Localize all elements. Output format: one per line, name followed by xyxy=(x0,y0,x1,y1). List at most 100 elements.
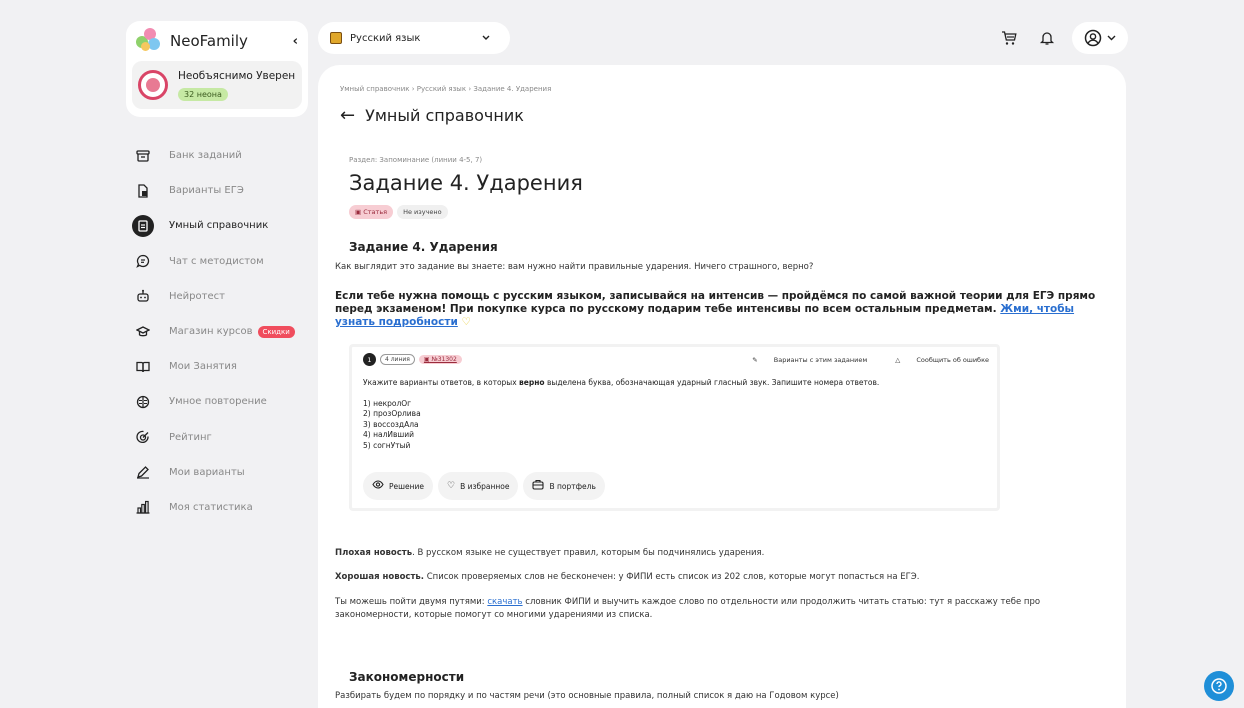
option-item: 5) согнУтый xyxy=(363,440,411,450)
book-icon xyxy=(132,214,154,237)
robot-icon xyxy=(132,285,154,307)
neofamily-logo-icon[interactable] xyxy=(136,28,162,54)
sidebar-item-my-lessons[interactable]: Мои Занятия xyxy=(132,349,308,384)
neon-balance-badge: 32 неона xyxy=(178,87,228,101)
article-tags: ▣ Статья Не изучено xyxy=(349,205,452,219)
help-icon xyxy=(1211,678,1227,694)
bell-icon[interactable] xyxy=(1032,23,1062,53)
profile-menu-button[interactable] xyxy=(1072,22,1128,54)
sidebar-item-task-bank[interactable]: Банк заданий xyxy=(132,138,308,173)
sidebar-item-neurotest[interactable]: Нейротест xyxy=(132,279,308,314)
page-title-row: ← Умный справочник xyxy=(340,105,524,126)
exercise-card: 1 4 линия ▣ №31302 ✎ Варианты с этим зад… xyxy=(349,344,1000,511)
breadcrumb-item[interactable]: Русский язык xyxy=(417,85,466,93)
report-error-link[interactable]: △ Сообщить об ошибке xyxy=(881,356,989,364)
promo-paragraph: Если тебе нужна помощь с русским языком,… xyxy=(335,290,1105,329)
sidebar-item-smart-repeat[interactable]: Умное повторение xyxy=(132,384,308,419)
favorite-button[interactable]: ♡ В избранное xyxy=(438,472,519,500)
bad-news-text: . В русском языке не существует правил, … xyxy=(412,548,765,558)
sidebar-item-smart-reference[interactable]: Умный справочник xyxy=(132,208,308,243)
sidebar-item-label: Мои варианты xyxy=(169,466,245,478)
subject-label: Русский язык xyxy=(350,32,421,44)
sidebar-item-label: Нейротест xyxy=(169,290,225,302)
good-news-bold: Хорошая новость. xyxy=(335,572,424,582)
good-news-text: Список проверяемых слов не бесконечен: у… xyxy=(424,572,920,582)
sidebar-item-ege-variants[interactable]: Варианты ЕГЭ xyxy=(132,173,308,208)
user-profile-card[interactable]: Необъяснимо Увереннь 32 неона xyxy=(132,61,302,109)
good-news-paragraph: Хорошая новость. Список проверяемых слов… xyxy=(335,571,1095,584)
main-content: Умный справочник › Русский язык › Задани… xyxy=(318,65,1126,708)
sidebar-item-label: Умный справочник xyxy=(169,220,269,232)
solution-button[interactable]: Решение xyxy=(363,472,434,500)
variants-with-task-link[interactable]: ✎ Варианты с этим заданием xyxy=(738,356,867,364)
portfolio-label: В портфель xyxy=(549,481,596,491)
sidebar-item-my-statistics[interactable]: Моя статистика xyxy=(132,490,308,525)
sidebar-item-label: Моя статистика xyxy=(169,501,253,513)
book-icon xyxy=(330,32,342,44)
briefcase-icon xyxy=(532,479,545,493)
sidebar-item-label: Умное повторение xyxy=(169,396,267,408)
task-title: Задание 4. Ударения xyxy=(349,171,583,195)
sidebar-item-rating[interactable]: Рейтинг xyxy=(132,420,308,455)
pencil-icon xyxy=(132,461,154,483)
cart-icon[interactable] xyxy=(994,23,1024,53)
bad-news-bold: Плохая новость xyxy=(335,548,413,558)
breadcrumb-separator: › xyxy=(468,85,472,93)
breadcrumb: Умный справочник › Русский язык › Задани… xyxy=(340,85,551,93)
bad-news-paragraph: Плохая новость. В русском языке не сущес… xyxy=(335,547,1095,560)
sidebar-item-label: Мои Занятия xyxy=(169,361,237,373)
sidebar-item-my-variants[interactable]: Мои варианты xyxy=(132,455,308,490)
warning-icon: △ xyxy=(895,356,901,364)
graduation-icon xyxy=(132,321,154,343)
subject-selector[interactable]: Русский язык xyxy=(318,22,510,54)
chevron-left-icon[interactable]: ‹ xyxy=(293,34,298,49)
sidebar-header: NeoFamily ‹ Необъяснимо Увереннь 32 неон… xyxy=(126,21,308,117)
patterns-paragraph: Разбирать будем по порядку и по частям р… xyxy=(335,691,839,701)
question-bold: верно xyxy=(519,378,545,387)
chart-icon xyxy=(132,496,154,518)
exercise-options: 1) некролОг 2) прозОрлива 3) воссоздАла … xyxy=(363,399,421,451)
exercise-number: 1 xyxy=(363,353,376,366)
option-item: 3) воссоздАла xyxy=(363,419,419,429)
chat-icon xyxy=(132,250,154,272)
chevron-down-icon xyxy=(1107,35,1116,41)
breadcrumb-item: Задание 4. Ударения xyxy=(473,85,552,93)
variants-label: Варианты с этим заданием xyxy=(773,356,868,364)
download-link[interactable]: скачать xyxy=(487,597,522,607)
sidebar-item-course-shop[interactable]: Магазин курсов Скидки xyxy=(132,314,308,349)
open-book-icon xyxy=(132,356,154,378)
help-button[interactable] xyxy=(1204,671,1234,701)
status-badge: Не изучено xyxy=(397,205,448,219)
breadcrumb-separator: › xyxy=(411,85,415,93)
solution-label: Решение xyxy=(389,481,425,491)
sale-badge: Скидки xyxy=(257,325,295,338)
option-item: 1) некролОг xyxy=(363,399,412,408)
heart-icon: ♡ xyxy=(461,316,471,328)
top-actions xyxy=(986,22,1128,54)
docs-icon xyxy=(132,180,154,202)
question-text: выделена буква, обозначающая ударный гла… xyxy=(544,378,880,387)
promo-text: Если тебе нужна помощь с русским языком,… xyxy=(335,290,1096,315)
chevron-down-icon xyxy=(482,33,490,44)
exercise-buttons: Решение ♡ В избранное В портфель xyxy=(363,472,610,500)
exercise-id-link[interactable]: ▣ №31302 xyxy=(418,355,462,364)
back-arrow-icon[interactable]: ← xyxy=(340,105,355,126)
portfolio-button[interactable]: В портфель xyxy=(523,472,605,500)
sidebar-nav: Банк заданий Варианты ЕГЭ Умный справочн… xyxy=(132,138,308,525)
heart-icon: ♡ xyxy=(447,481,456,491)
intro-paragraph: Как выглядит это задание вы знаете: вам … xyxy=(335,262,814,272)
sidebar-item-label: Чат с методистом xyxy=(169,255,264,267)
eye-icon xyxy=(372,480,384,492)
breadcrumb-item[interactable]: Умный справочник xyxy=(340,85,409,93)
favorite-label: В избранное xyxy=(460,481,510,491)
target-icon xyxy=(132,426,154,448)
sidebar-item-label: Банк заданий xyxy=(169,150,242,162)
option-item: 2) прозОрлива xyxy=(363,409,421,419)
page-title: Умный справочник xyxy=(365,106,524,125)
question-text: Укажите варианты ответов, в которых xyxy=(363,378,520,387)
brain-icon xyxy=(132,391,154,413)
sidebar-item-methodist-chat[interactable]: Чат с методистом xyxy=(132,244,308,279)
article-tag: ▣ Статья xyxy=(349,205,394,219)
report-label: Сообщить об ошибке xyxy=(916,356,989,364)
avatar xyxy=(138,70,168,100)
